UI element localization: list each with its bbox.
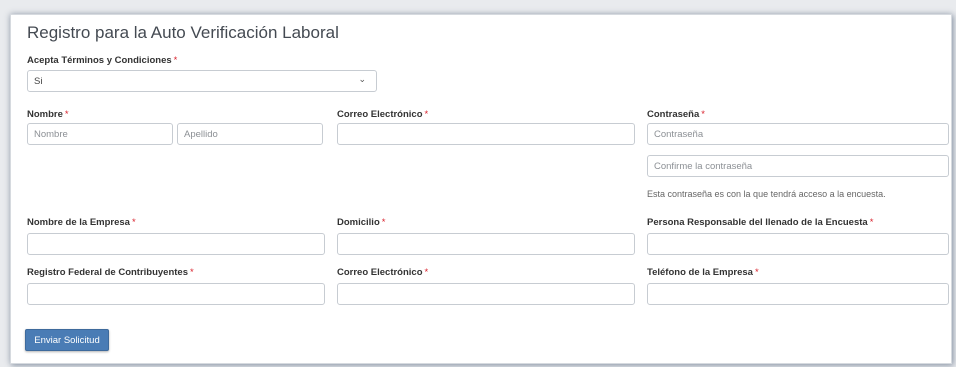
company-email-label: Correo Electrónico * — [337, 267, 429, 278]
password-input[interactable] — [647, 123, 949, 145]
email-input[interactable] — [337, 123, 635, 145]
email-label: Correo Electrónico * — [337, 109, 429, 120]
page-title: Registro para la Auto Verificación Labor… — [27, 23, 339, 42]
required-mark: * — [173, 55, 178, 66]
terms-select-value: Si — [34, 76, 43, 87]
required-mark: * — [381, 217, 386, 228]
company-name-input[interactable] — [27, 233, 325, 255]
required-mark: * — [64, 109, 69, 120]
required-mark: * — [701, 109, 705, 120]
terms-select[interactable]: Si ⌄ — [27, 70, 377, 92]
company-name-label: Nombre de la Empresa * — [27, 217, 136, 228]
responsible-input[interactable] — [647, 233, 949, 255]
required-mark: * — [190, 267, 194, 278]
chevron-down-icon: ⌄ — [358, 74, 366, 84]
company-phone-input[interactable] — [647, 283, 949, 305]
first-name-input[interactable] — [27, 123, 173, 145]
required-mark: * — [424, 267, 429, 278]
password-help-text: Esta contraseña es con la que tendrá acc… — [647, 189, 886, 199]
company-email-input[interactable] — [337, 283, 635, 305]
confirm-password-input[interactable] — [647, 155, 949, 177]
required-mark: * — [424, 109, 429, 120]
company-phone-label: Teléfono de la Empresa * — [647, 267, 759, 278]
responsible-label: Persona Responsable del llenado de la En… — [647, 217, 874, 228]
terms-label: Acepta Términos y Condiciones * — [27, 55, 178, 66]
last-name-input[interactable] — [177, 123, 323, 145]
required-mark: * — [131, 217, 136, 228]
submit-button[interactable]: Enviar Solicitud — [25, 329, 109, 351]
address-label: Domicilio * — [337, 217, 386, 228]
rfc-label: Registro Federal de Contribuyentes * — [27, 267, 194, 278]
address-input[interactable] — [337, 233, 635, 255]
password-label: Contraseña * — [647, 109, 705, 120]
required-mark: * — [869, 217, 874, 228]
required-mark: * — [754, 267, 759, 278]
rfc-input[interactable] — [27, 283, 325, 305]
registration-card: Registro para la Auto Verificación Labor… — [10, 14, 952, 364]
nombre-label: Nombre * — [27, 109, 69, 120]
